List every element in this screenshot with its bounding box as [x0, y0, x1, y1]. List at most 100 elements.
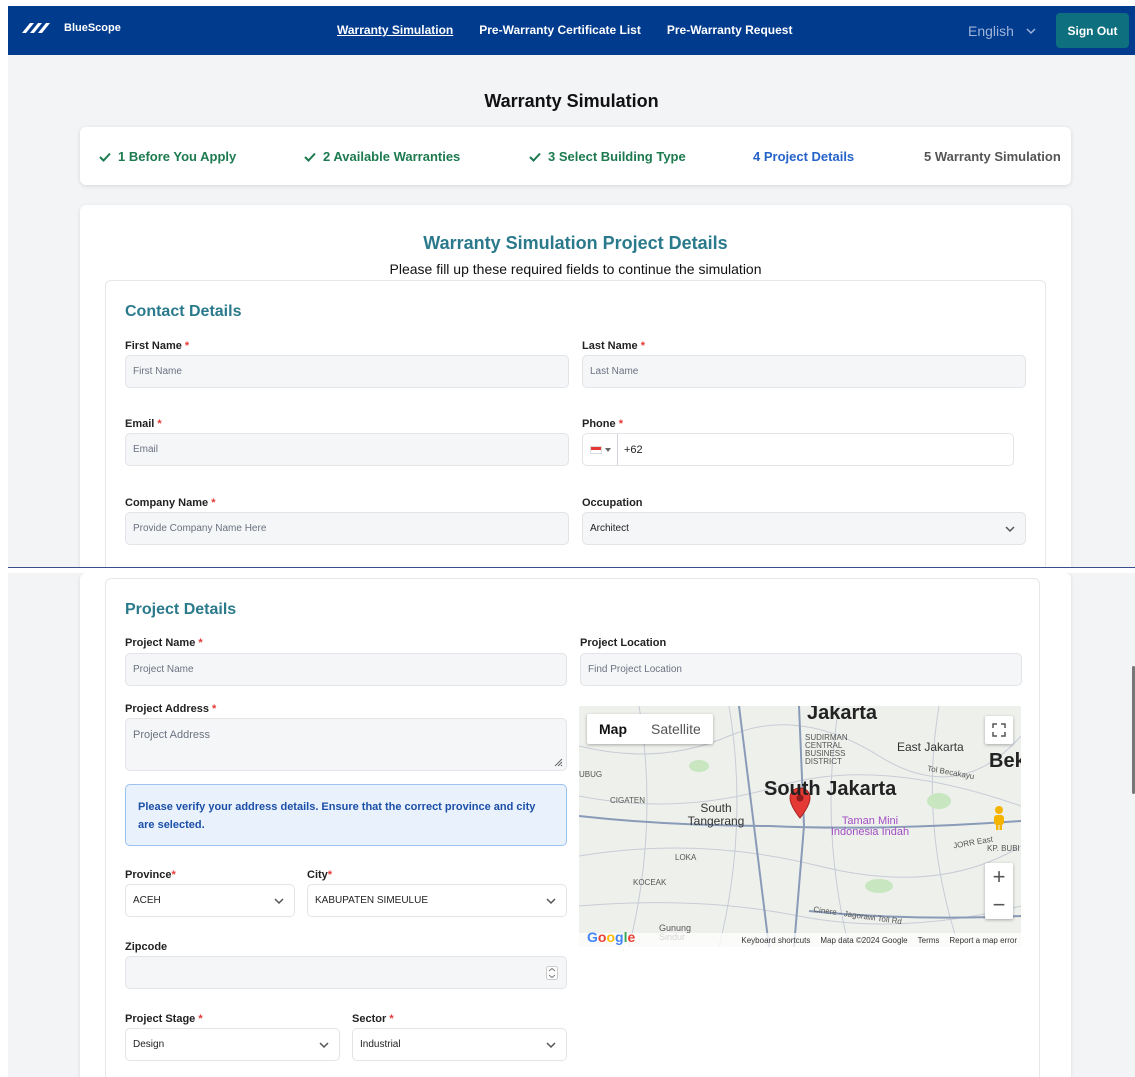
map-type-satellite-button[interactable]: Satellite	[639, 714, 713, 744]
project-section-title: Project Details	[125, 601, 237, 618]
map-label-koceak: KOCEAK	[633, 878, 667, 887]
bluescope-logo-icon	[22, 23, 50, 33]
brand-name: BlueScope	[64, 22, 121, 34]
first-name-input[interactable]: First Name	[125, 355, 569, 388]
sector-select[interactable]: Industrial	[352, 1028, 567, 1061]
project-details-card: Warranty Simulation Project Details Plea…	[80, 205, 1071, 567]
contact-section-title: Contact Details	[125, 303, 242, 320]
language-label: English	[968, 23, 1014, 39]
map-label-sudirman: SUDIRMAN CENTRAL BUSINESS DISTRICT	[805, 733, 848, 766]
province-select[interactable]: ACEH	[125, 884, 295, 917]
chevron-down-icon	[546, 898, 556, 905]
step-label: 4 Project Details	[753, 149, 855, 164]
project-address-placeholder: Project Address	[133, 729, 211, 741]
step-select-building-type[interactable]: 3 Select Building Type	[528, 149, 686, 164]
chevron-down-icon	[274, 898, 284, 905]
nav-pre-warranty-certificate-list[interactable]: Pre-Warranty Certificate List	[479, 23, 641, 37]
project-location-input[interactable]: Find Project Location	[580, 653, 1022, 686]
check-icon	[529, 152, 541, 162]
project-stage-select[interactable]: Design	[125, 1028, 340, 1061]
project-details-card-continued: Project Details Project Name * Project N…	[80, 573, 1071, 1077]
sector-value: Industrial	[360, 1039, 401, 1050]
map-credits: Keyboard shortcuts Map data ©2024 Google…	[741, 936, 1017, 945]
card-subtitle: Please fill up these required fields to …	[389, 261, 762, 277]
address-verify-alert: Please verify your address details. Ensu…	[125, 784, 567, 846]
resize-handle-icon[interactable]	[553, 757, 563, 767]
email-label: Email *	[125, 418, 162, 430]
fullscreen-button[interactable]	[985, 716, 1013, 744]
nav-warranty-simulation[interactable]: Warranty Simulation	[337, 23, 453, 37]
project-stage-value: Design	[133, 1039, 165, 1050]
map-label-bek: Bek	[989, 750, 1021, 772]
phone-input[interactable]: +62	[582, 433, 1014, 466]
step-label: 5 Warranty Simulation	[924, 149, 1061, 164]
language-selector[interactable]: English	[968, 23, 1036, 39]
google-logo: Google	[587, 929, 636, 945]
first-name-label: First Name *	[125, 340, 190, 352]
occupation-select[interactable]: Architect	[582, 512, 1026, 545]
phone-label: Phone *	[582, 418, 623, 430]
fullscreen-icon	[992, 723, 1006, 737]
sector-label: Sector *	[352, 1013, 394, 1025]
zoom-out-button[interactable]: −	[985, 891, 1013, 919]
map-label-east-jakarta: East Jakarta	[897, 740, 964, 754]
last-name-label: Last Name *	[582, 340, 645, 352]
country-code-selector[interactable]	[590, 434, 618, 465]
last-name-input[interactable]: Last Name	[582, 355, 1026, 388]
city-value: KABUPATEN SIMEULUE	[315, 895, 428, 906]
email-input[interactable]: Email	[125, 433, 569, 466]
terms-link[interactable]: Terms	[918, 936, 940, 945]
viewport-top: BlueScope Warranty Simulation Pre-Warran…	[8, 6, 1135, 567]
map-label-south-tangerang: South Tangerang	[687, 801, 745, 829]
main-nav: Warranty Simulation Pre-Warranty Certifi…	[337, 23, 792, 37]
map-type-toggle: Map Satellite	[587, 714, 713, 744]
contact-details-section: Contact Details First Name * First Name …	[105, 280, 1046, 567]
project-location-map[interactable]: Jakarta SUDIRMAN CENTRAL BUSINESS DISTRI…	[579, 706, 1021, 947]
chevron-down-icon	[546, 1042, 556, 1049]
project-address-label: Project Address *	[125, 703, 217, 715]
step-label: 1 Before You Apply	[118, 149, 237, 164]
city-label: City*	[307, 869, 333, 881]
keyboard-shortcuts-link[interactable]: Keyboard shortcuts	[741, 936, 810, 945]
step-progress: 1 Before You Apply 2 Available Warrantie…	[80, 127, 1071, 185]
step-available-warranties[interactable]: 2 Available Warranties	[303, 149, 460, 164]
project-location-label: Project Location	[580, 637, 667, 649]
chevron-down-icon	[319, 1042, 329, 1049]
province-label: Province*	[125, 869, 176, 881]
report-map-error-link[interactable]: Report a map error	[949, 936, 1017, 945]
nav-pre-warranty-request[interactable]: Pre-Warranty Request	[667, 23, 793, 37]
company-name-input[interactable]: Provide Company Name Here	[125, 512, 569, 545]
zipcode-input[interactable]	[125, 956, 567, 989]
map-label-cigaten: CIGATEN	[610, 796, 645, 805]
phone-value: +62	[624, 443, 643, 456]
project-name-input[interactable]: Project Name	[125, 653, 567, 686]
step-before-you-apply[interactable]: 1 Before You Apply	[98, 149, 236, 164]
street-view-pegman[interactable]	[985, 804, 1013, 832]
province-value: ACEH	[133, 895, 161, 906]
brand-logo[interactable]: BlueScope	[20, 21, 121, 35]
step-label: 3 Select Building Type	[548, 149, 686, 164]
map-label-loka: LOKA	[675, 853, 697, 862]
step-warranty-simulation[interactable]: 5 Warranty Simulation	[924, 149, 1061, 164]
map-type-map-button[interactable]: Map	[587, 714, 639, 744]
project-address-textarea[interactable]: Project Address	[125, 718, 567, 771]
card-title: Warranty Simulation Project Details	[423, 233, 728, 253]
number-spinner-icon[interactable]	[546, 966, 558, 980]
caret-down-icon	[605, 447, 611, 452]
viewport-bottom: Project Details Project Name * Project N…	[8, 573, 1135, 1077]
zipcode-label: Zipcode	[125, 941, 168, 953]
city-select[interactable]: KABUPATEN SIMEULUE	[307, 884, 567, 917]
project-name-label: Project Name *	[125, 637, 203, 649]
occupation-value: Architect	[590, 523, 629, 534]
map-label-ubug: UBUG	[579, 770, 603, 779]
indonesia-flag-icon	[590, 445, 602, 454]
company-name-label: Company Name *	[125, 497, 216, 509]
zoom-in-button[interactable]: +	[985, 863, 1013, 891]
sign-out-button[interactable]: Sign Out	[1056, 13, 1129, 48]
map-label-jakarta: Jakarta	[807, 706, 878, 724]
occupation-label: Occupation	[582, 497, 643, 509]
chevron-down-icon	[1005, 526, 1015, 533]
check-icon	[304, 152, 316, 162]
step-project-details[interactable]: 4 Project Details	[753, 149, 854, 164]
chevron-down-icon	[1026, 28, 1036, 35]
